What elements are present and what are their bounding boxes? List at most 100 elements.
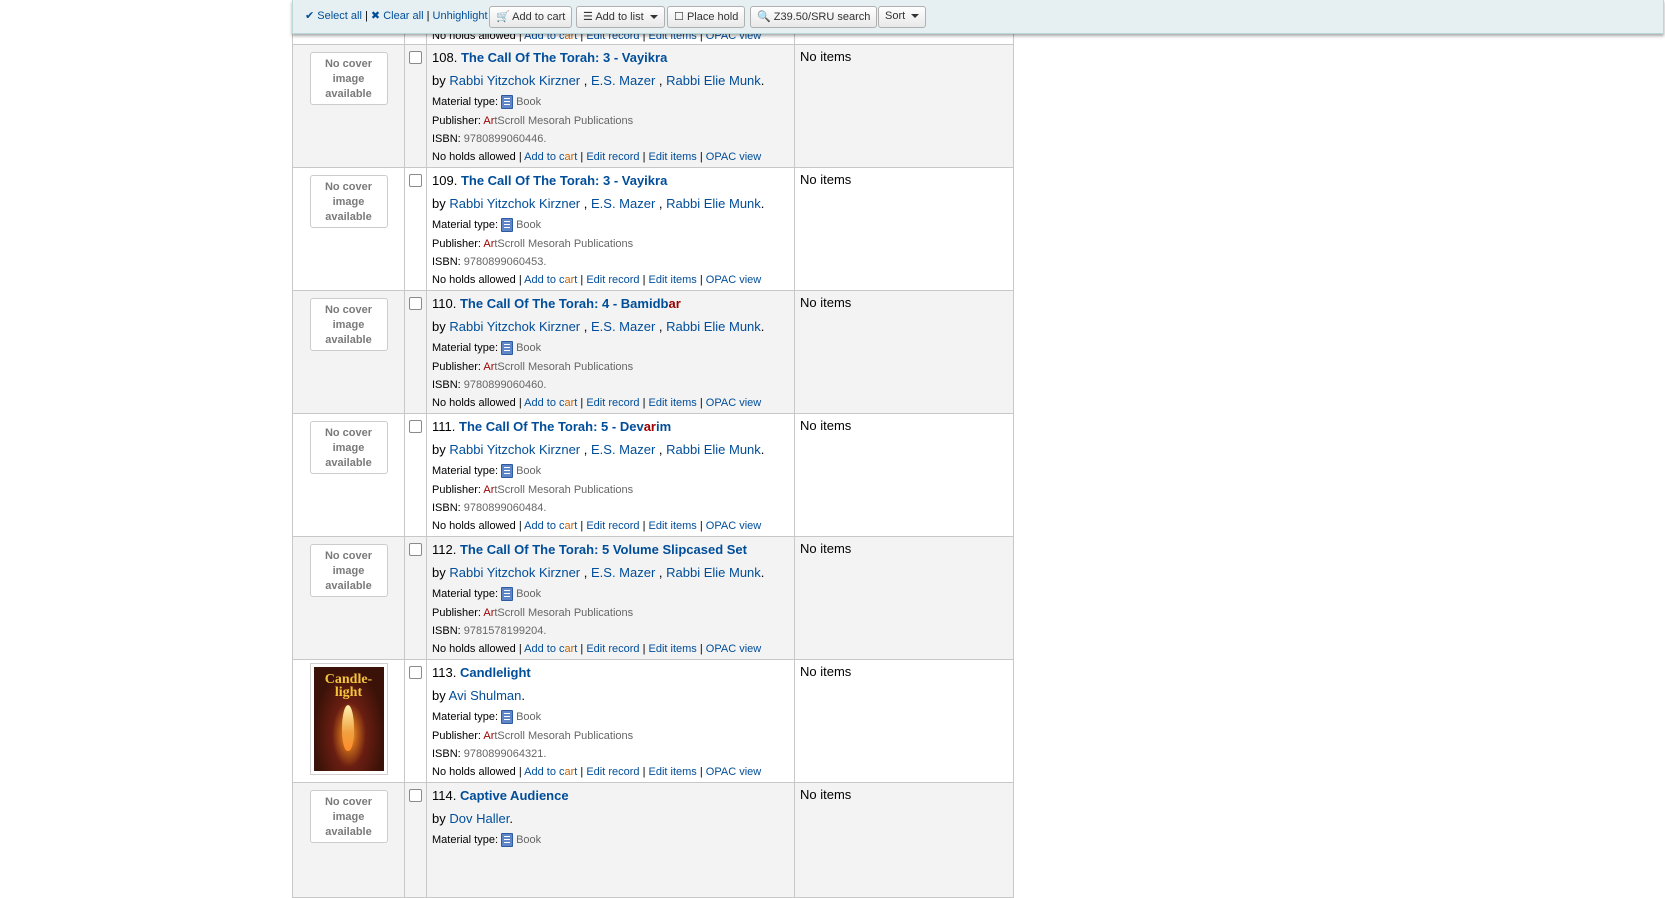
author-link[interactable]: E.S. Mazer: [591, 565, 655, 580]
cover-cell: No cover image available: [292, 290, 405, 414]
select-all-link[interactable]: Select all: [317, 10, 362, 22]
record-title-link[interactable]: The Call Of The Torah: 4 - Bamidbar: [460, 296, 681, 311]
search-icon: 🔍: [757, 11, 771, 23]
author-link[interactable]: Rabbi Yitzchok Kirzner: [449, 442, 580, 457]
edit-record-link[interactable]: Edit record: [586, 643, 639, 655]
author-link[interactable]: E.S. Mazer: [591, 196, 655, 211]
author-link[interactable]: Rabbi Yitzchok Kirzner: [449, 73, 580, 88]
isbn: ISBN: 9780899060453.: [432, 256, 547, 268]
author-link[interactable]: Rabbi Elie Munk: [666, 442, 761, 457]
opac-view-link[interactable]: OPAC view: [706, 520, 761, 532]
place-hold-button[interactable]: ☐ Place hold: [667, 6, 746, 28]
cover-cell: No cover image available: [292, 167, 405, 291]
result-number: 111.: [432, 419, 456, 434]
no-items-text: No items: [800, 295, 852, 310]
edit-record-link[interactable]: Edit record: [586, 274, 639, 286]
record-actions: No holds allowed | Add to cart | Edit re…: [432, 643, 762, 655]
add-to-list-button[interactable]: ☰ Add to list: [576, 6, 665, 28]
author-link[interactable]: Rabbi Yitzchok Kirzner: [449, 196, 580, 211]
book-icon: [501, 464, 514, 478]
select-record-checkbox[interactable]: [409, 174, 422, 187]
title-line: 109. The Call Of The Torah: 3 - Vayikra: [432, 173, 789, 188]
record-title-link[interactable]: The Call Of The Torah: 3 - Vayikra: [461, 50, 667, 65]
record-title-link[interactable]: The Call Of The Torah: 5 Volume Slipcase…: [460, 542, 747, 557]
author-link[interactable]: Rabbi Elie Munk: [666, 319, 761, 334]
record-actions: No holds allowed | Add to cart | Edit re…: [432, 397, 762, 409]
items-cell: No items: [794, 167, 1014, 291]
select-record-checkbox[interactable]: [409, 420, 422, 433]
table-row: No cover image available 112. The Call Of…: [292, 536, 1014, 660]
author-link[interactable]: Dov Haller: [449, 811, 509, 826]
author-link[interactable]: Rabbi Elie Munk: [666, 73, 761, 88]
title-line: 111. The Call Of The Torah: 5 - Devarim: [432, 419, 789, 434]
add-to-cart-link[interactable]: Add to cart: [524, 520, 577, 532]
book-cover-image[interactable]: Candle-light: [309, 663, 388, 775]
add-to-cart-button[interactable]: 🛒 Add to cart: [489, 6, 573, 28]
record-title-link[interactable]: The Call Of The Torah: 5 - Devarim: [459, 419, 671, 434]
edit-record-link[interactable]: Edit record: [586, 520, 639, 532]
add-to-cart-link[interactable]: Add to cart: [524, 766, 577, 778]
opac-view-link[interactable]: OPAC view: [706, 397, 761, 409]
author-line: by Rabbi Yitzchok Kirzner , E.S. Mazer ,…: [432, 319, 765, 334]
edit-record-link[interactable]: Edit record: [586, 151, 639, 163]
select-record-checkbox[interactable]: [409, 297, 422, 310]
edit-items-link[interactable]: Edit items: [649, 397, 697, 409]
add-to-cart-link[interactable]: Add to cart: [524, 274, 577, 286]
add-to-cart-link[interactable]: Add to cart: [524, 643, 577, 655]
edit-items-link[interactable]: Edit items: [649, 766, 697, 778]
no-cover-placeholder: No cover image available: [309, 421, 388, 474]
author-link[interactable]: E.S. Mazer: [591, 73, 655, 88]
edit-record-link[interactable]: Edit record: [586, 766, 639, 778]
opac-view-link[interactable]: OPAC view: [706, 151, 761, 163]
select-record-checkbox[interactable]: [409, 666, 422, 679]
z3950-label: Z39.50/SRU search: [773, 11, 871, 23]
author-link[interactable]: Rabbi Elie Munk: [666, 565, 761, 580]
author-link[interactable]: E.S. Mazer: [591, 442, 655, 457]
no-items-text: No items: [800, 172, 852, 187]
edit-items-link[interactable]: Edit items: [649, 151, 697, 163]
clear-all-link[interactable]: Clear all: [383, 10, 423, 22]
no-cover-placeholder: No cover image available: [309, 544, 388, 597]
items-cell: No items: [794, 782, 1014, 898]
author-link[interactable]: Rabbi Yitzchok Kirzner: [449, 565, 580, 580]
table-row: No cover image available 108. The Call Of…: [292, 44, 1014, 168]
place-hold-label: Place hold: [686, 11, 739, 23]
unhighlight-link[interactable]: Unhighlight: [433, 10, 488, 22]
no-holds-text: No holds allowed |: [432, 520, 522, 532]
opac-view-link[interactable]: OPAC view: [706, 643, 761, 655]
by-label: by: [432, 196, 446, 211]
by-label: by: [432, 73, 446, 88]
author-line: by Rabbi Yitzchok Kirzner , E.S. Mazer ,…: [432, 196, 765, 211]
select-record-checkbox[interactable]: [409, 543, 422, 556]
select-record-checkbox[interactable]: [409, 789, 422, 802]
no-holds-text: No holds allowed |: [432, 151, 522, 163]
publisher: Publisher: ArtScroll Mesorah Publication…: [432, 607, 634, 619]
add-to-cart-link[interactable]: Add to cart: [524, 151, 577, 163]
edit-record-link[interactable]: Edit record: [586, 397, 639, 409]
items-cell: No items: [794, 290, 1014, 414]
add-to-list-label: Add to list: [595, 11, 644, 23]
table-row: No cover image available 109. The Call Of…: [292, 167, 1014, 291]
checkbox-cell: [404, 290, 427, 414]
author-link[interactable]: E.S. Mazer: [591, 319, 655, 334]
add-to-cart-link[interactable]: Add to cart: [524, 397, 577, 409]
opac-view-link[interactable]: OPAC view: [706, 766, 761, 778]
edit-items-link[interactable]: Edit items: [649, 274, 697, 286]
items-cell: No items: [794, 413, 1014, 537]
record-title-link[interactable]: Candlelight: [460, 665, 531, 680]
flame-graphic: [341, 705, 354, 751]
author-link[interactable]: Rabbi Yitzchok Kirzner: [449, 319, 580, 334]
search-results-table: No holds allowed | Add to cart | Edit re…: [292, 0, 1014, 898]
select-record-checkbox[interactable]: [409, 51, 422, 64]
sort-button[interactable]: Sort: [878, 6, 927, 28]
isbn: ISBN: 9780899060446.: [432, 133, 547, 145]
author-link[interactable]: Rabbi Elie Munk: [666, 196, 761, 211]
opac-view-link[interactable]: OPAC view: [706, 274, 761, 286]
checkbox-cell: [404, 167, 427, 291]
edit-items-link[interactable]: Edit items: [649, 643, 697, 655]
record-title-link[interactable]: The Call Of The Torah: 3 - Vayikra: [461, 173, 667, 188]
record-title-link[interactable]: Captive Audience: [460, 788, 569, 803]
z3950-search-button[interactable]: 🔍 Z39.50/SRU search: [750, 6, 878, 28]
author-link[interactable]: Avi Shulman: [449, 688, 522, 703]
edit-items-link[interactable]: Edit items: [649, 520, 697, 532]
